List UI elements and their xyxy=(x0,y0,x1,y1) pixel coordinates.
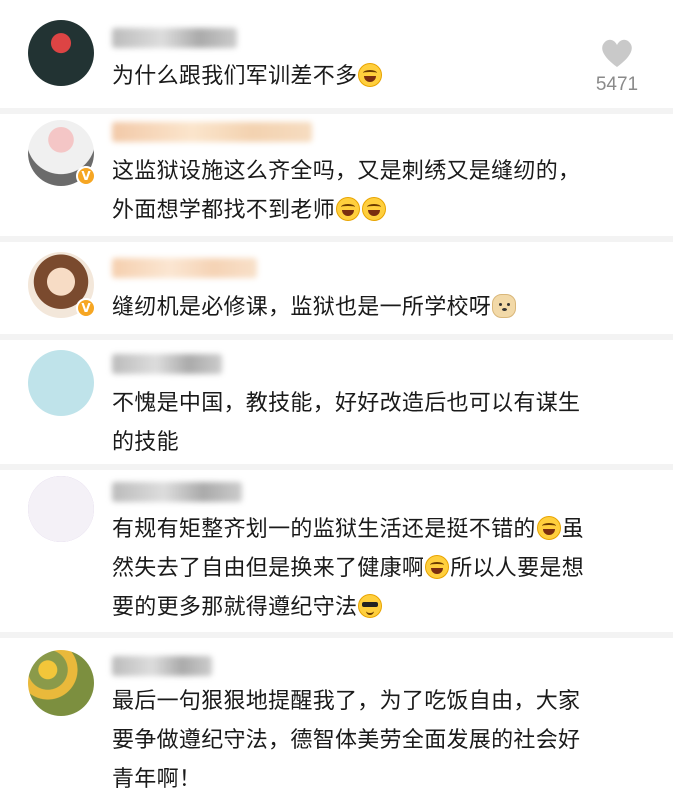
comment-line-body: 有规有矩整齐划一的监狱生活还是挺不错的 xyxy=(112,517,536,542)
verified-badge: V xyxy=(76,166,96,186)
comment-line: 不愧是中国，教技能，好好改造后也可以有谋生 xyxy=(112,391,581,416)
comment-line-tail: 虽 xyxy=(561,517,585,542)
comment-text: 不愧是中国，教技能，好好改造后也可以有谋生 的技能 xyxy=(112,384,643,462)
comment-text: 有规有矩整齐划一的监狱生活还是挺不错的虽 然失去了自由但是换来了健康啊 所以人要是… xyxy=(112,510,649,627)
laugh-emoji xyxy=(336,197,361,221)
comment-text: 最后一句狠狠地提醒我了，为了吃饭自由，大家 要争做遵纪守法，德智体美劳全面发展的… xyxy=(112,682,643,799)
comment-line: 的技能 xyxy=(112,430,179,455)
verified-badge: V xyxy=(76,298,96,318)
username-blurred[interactable] xyxy=(112,28,237,48)
username-blurred[interactable] xyxy=(112,122,312,142)
comment-item: 最后一句狠狠地提醒我了，为了吃饭自由，大家 要争做遵纪守法，德智体美劳全面发展的… xyxy=(0,638,673,808)
like-count: 5471 xyxy=(595,74,639,95)
comment-text: 缝纫机是必修课，监狱也是一所学校呀 xyxy=(112,288,643,327)
dog-emoji xyxy=(492,294,517,318)
comment-line: 有规有矩整齐划一的监狱生活还是挺不错的虽 xyxy=(112,510,649,549)
laugh-emoji xyxy=(362,197,387,221)
comment-item: 有规有矩整齐划一的监狱生活还是挺不错的虽 然失去了自由但是换来了健康啊 所以人要是… xyxy=(0,470,673,632)
laugh-tears-emoji xyxy=(358,63,383,87)
comment-line-body: 外面想学都找不到老师 xyxy=(112,198,336,223)
avatar[interactable] xyxy=(28,20,94,86)
comment-item: 不愧是中国，教技能，好好改造后也可以有谋生 的技能 xyxy=(0,340,673,464)
comment-item: V 缝纫机是必修课，监狱也是一所学校呀 xyxy=(0,242,673,334)
comment-item: 为什么跟我们军训差不多 5471 xyxy=(0,0,673,108)
comment-line: 最后一句狠狠地提醒我了，为了吃饭自由，大家 xyxy=(112,689,581,714)
comment-body: 为什么跟我们军训差不多 xyxy=(112,64,358,89)
laugh-emoji xyxy=(425,555,450,579)
comment-line-tail: 所以人要是想 xyxy=(450,556,585,581)
username-blurred[interactable] xyxy=(112,354,222,374)
comment-text: 这监狱设施这么齐全吗，又是刺绣又是缝纫的， 外面想学都找不到老师 xyxy=(112,152,643,230)
comment-line: 要的更多那就得遵纪守法 xyxy=(112,588,649,627)
comment-line: 青年啊！ xyxy=(112,767,202,792)
comment-line: 这监狱设施这么齐全吗，又是刺绣又是缝纫的， xyxy=(112,159,581,184)
comment-line: 要争做遵纪守法，德智体美劳全面发展的社会好 xyxy=(112,728,581,753)
username-blurred[interactable] xyxy=(112,482,242,502)
avatar[interactable] xyxy=(28,650,94,716)
avatar[interactable] xyxy=(28,476,94,542)
username-blurred[interactable] xyxy=(112,656,212,676)
comment-line: 然失去了自由但是换来了健康啊 所以人要是想 xyxy=(112,549,649,588)
comment-item: V 这监狱设施这么齐全吗，又是刺绣又是缝纫的， 外面想学都找不到老师 xyxy=(0,114,673,236)
username-blurred[interactable] xyxy=(112,258,257,278)
cool-emoji xyxy=(358,594,383,618)
comment-line-body: 要的更多那就得遵纪守法 xyxy=(112,595,358,620)
like-button[interactable]: 5471 xyxy=(587,38,647,96)
avatar[interactable] xyxy=(28,350,94,416)
heart-icon xyxy=(602,39,632,67)
comment-line-body: 然失去了自由但是换来了健康啊 xyxy=(112,556,425,581)
comment-text: 为什么跟我们军训差不多 xyxy=(112,57,643,96)
comment-line: 外面想学都找不到老师 xyxy=(112,191,643,230)
laugh-emoji xyxy=(536,516,561,540)
comment-body: 缝纫机是必修课，监狱也是一所学校呀 xyxy=(112,295,492,320)
